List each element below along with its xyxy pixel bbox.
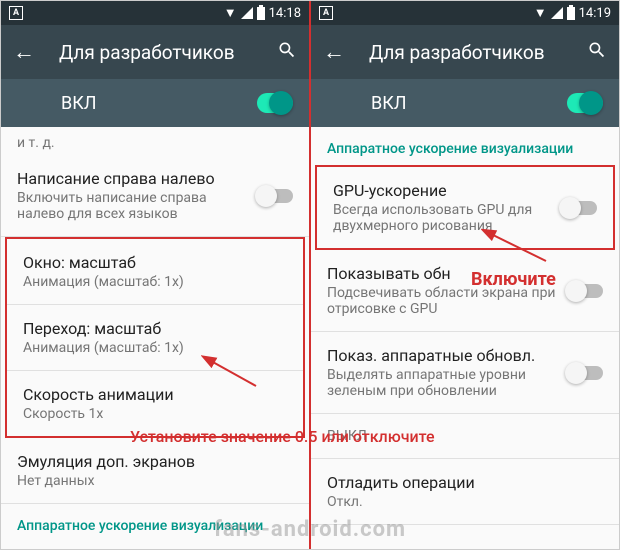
app-header: ← Для разработчиков	[1, 25, 309, 79]
item-title: Отладить операции	[327, 473, 603, 492]
setting-show-updates[interactable]: Показывать обн Подсвечивать области экра…	[311, 250, 619, 332]
signal-icon	[551, 7, 563, 19]
item-subtitle: Анимация (масштаб: 1x)	[23, 340, 287, 356]
setting-window-scale[interactable]: Окно: масштаб Анимация (масштаб: 1x)	[7, 239, 303, 305]
item-title: Показывать обн	[327, 264, 567, 283]
item-subtitle: Анимация (масштаб: 1x)	[23, 274, 287, 290]
setting-animation-speed[interactable]: Скорость анимации Скорость 1x	[7, 371, 303, 436]
item-subtitle: Всегда использовать GPU для двухмерного …	[333, 202, 561, 234]
item-subtitle: Подсвечивать области экрана при отрисовк…	[327, 285, 567, 317]
item-subtitle: Откл.	[327, 494, 603, 510]
master-toggle-bar: ВКЛ	[1, 79, 309, 127]
setting-rtl[interactable]: Написание справа налево Включить написан…	[1, 155, 309, 237]
phone-right: A ▼ 14:19 ← Для разработчиков ВКЛ Аппара…	[311, 1, 619, 549]
show-updates-switch[interactable]	[567, 284, 603, 298]
setting-display-emulation[interactable]: Эмуляция доп. экранов Нет данных	[1, 438, 309, 504]
hw-updates-switch[interactable]	[567, 366, 603, 380]
setting-gpu-acceleration[interactable]: GPU-ускорение Всегда использовать GPU дл…	[317, 167, 613, 248]
search-icon[interactable]	[587, 40, 607, 65]
app-icon: A	[319, 6, 333, 20]
item-title: Написание справа налево	[17, 169, 257, 188]
master-switch[interactable]	[257, 93, 293, 113]
back-icon[interactable]: ←	[323, 39, 345, 65]
status-bar: A ▼ 14:18	[1, 1, 309, 25]
setting-hw-updates[interactable]: Показ. аппаратные обновл. Выделять аппар…	[311, 332, 619, 414]
item-subtitle: Выделять аппаратные уровни зеленым при о…	[327, 367, 567, 399]
wifi-icon: ▼	[534, 5, 547, 21]
clock: 14:19	[579, 6, 611, 21]
highlight-animation-box: Окно: масштаб Анимация (масштаб: 1x) Пер…	[5, 237, 305, 438]
section-header: Аппаратное ускорение визуализации	[1, 504, 309, 542]
item-title: Переход: масштаб	[23, 319, 287, 338]
item-title: Окно: масштаб	[23, 253, 287, 272]
item-subtitle: Нет данных	[17, 473, 293, 489]
item-subtitle: Включить написание справа налево для все…	[17, 190, 257, 222]
battery-icon	[257, 7, 265, 20]
item-title: Показ. аппаратные обновл.	[327, 346, 567, 365]
master-toggle-bar: ВКЛ	[311, 79, 619, 127]
battery-icon	[567, 7, 575, 20]
item-title: Эмуляция доп. экранов	[17, 452, 293, 471]
search-icon[interactable]	[277, 40, 297, 65]
item-subtitle: Скорость 1x	[23, 406, 287, 422]
app-header: ← Для разработчиков	[311, 25, 619, 79]
app-icon: A	[9, 6, 23, 20]
truncated-text: и т. д.	[1, 127, 309, 155]
back-icon[interactable]: ←	[13, 39, 35, 65]
master-switch[interactable]	[567, 93, 603, 113]
status-bar: A ▼ 14:19	[311, 1, 619, 25]
item-title: GPU-ускорение	[333, 181, 561, 200]
signal-icon	[241, 7, 253, 19]
setting-truncated-2[interactable]: Отладить операции Откл.	[311, 459, 619, 525]
item-title: Скорость анимации	[23, 385, 287, 404]
toggle-label: ВКЛ	[327, 93, 567, 114]
setting-truncated-1[interactable]: ВЫКЛ	[311, 414, 619, 459]
rtl-switch[interactable]	[257, 189, 293, 203]
setting-transition-scale[interactable]: Переход: масштаб Анимация (масштаб: 1x)	[7, 305, 303, 371]
page-title: Для разработчиков	[59, 41, 277, 64]
phone-left: A ▼ 14:18 ← Для разработчиков ВКЛ и т. д…	[1, 1, 309, 549]
gpu-switch[interactable]	[561, 201, 597, 215]
page-title: Для разработчиков	[369, 41, 587, 64]
clock: 14:18	[269, 6, 301, 21]
section-header: Аппаратное ускорение визуализации	[311, 127, 619, 165]
toggle-label: ВКЛ	[17, 93, 257, 114]
wifi-icon: ▼	[224, 5, 237, 21]
item-subtitle: ВЫКЛ	[327, 428, 603, 444]
highlight-gpu-box: GPU-ускорение Всегда использовать GPU дл…	[315, 165, 615, 250]
